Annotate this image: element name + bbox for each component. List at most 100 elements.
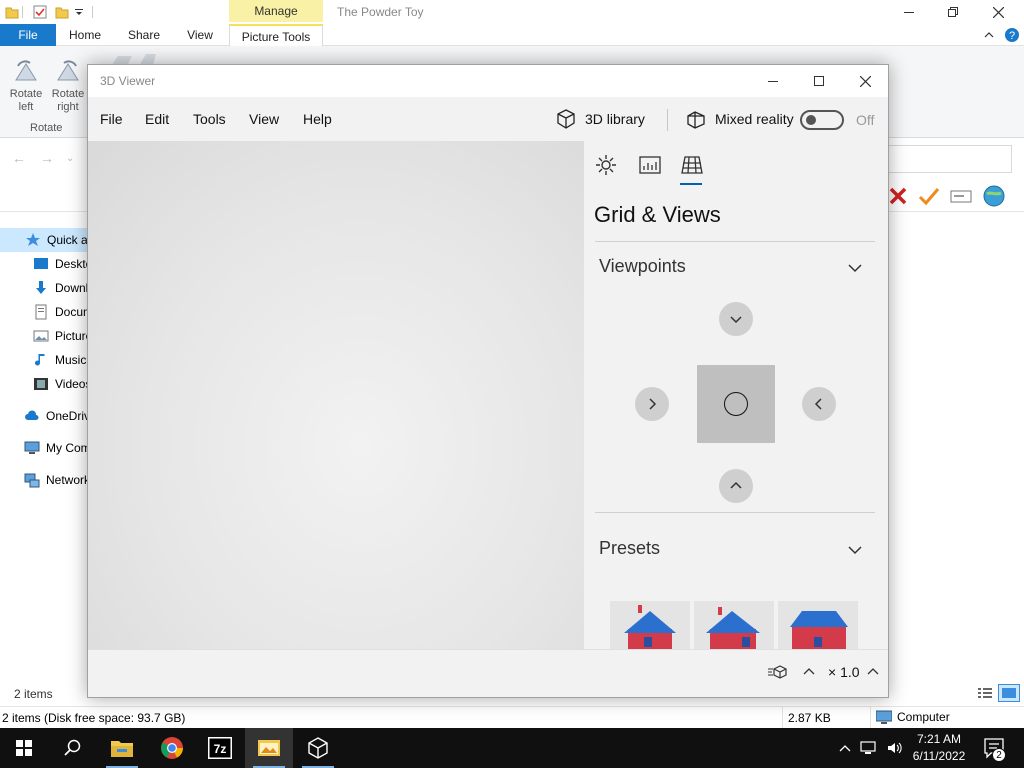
view-left-button[interactable] bbox=[635, 387, 669, 421]
house-icon bbox=[790, 611, 848, 649]
rotate-left-icon bbox=[15, 60, 37, 81]
status-location-label: Computer bbox=[897, 710, 950, 724]
preset-thumbnail-3[interactable] bbox=[778, 601, 858, 649]
search-box[interactable] bbox=[888, 145, 1012, 173]
tab-picture-tools[interactable]: Picture Tools bbox=[229, 24, 323, 46]
view-right-button[interactable] bbox=[802, 387, 836, 421]
chevron-down-icon bbox=[730, 316, 742, 324]
restore-button[interactable] bbox=[930, 0, 976, 24]
chevron-down-icon[interactable] bbox=[846, 259, 864, 277]
collapse-ribbon-icon[interactable] bbox=[982, 28, 996, 42]
maximize-icon bbox=[814, 76, 824, 86]
network-icon[interactable] bbox=[860, 740, 878, 756]
rename-icon[interactable] bbox=[950, 186, 972, 206]
search-icon bbox=[64, 739, 81, 756]
nav-item-onedrive[interactable]: OneDriv bbox=[24, 404, 90, 428]
back-arrow-icon[interactable]: ← bbox=[12, 150, 26, 166]
mixed-reality-button[interactable]: Mixed reality bbox=[685, 108, 794, 130]
help-icon[interactable]: ? bbox=[1004, 27, 1020, 43]
menu-help[interactable]: Help bbox=[303, 111, 332, 127]
folder-icon bbox=[111, 741, 133, 757]
nav-item-desktop[interactable]: Deskto bbox=[33, 252, 92, 276]
chevron-left-icon bbox=[814, 398, 822, 410]
3d-viewer-icon bbox=[308, 737, 328, 759]
rotate-right-button[interactable]: Rotate right bbox=[48, 58, 88, 114]
new-folder-icon[interactable] bbox=[55, 4, 69, 20]
menu-edit[interactable]: Edit bbox=[145, 111, 169, 127]
mixed-reality-toggle[interactable] bbox=[800, 110, 844, 130]
nav-item-videos[interactable]: Videos bbox=[33, 372, 91, 396]
chevron-right-icon bbox=[649, 398, 657, 410]
minimize-icon bbox=[768, 81, 778, 82]
folder-icon[interactable] bbox=[5, 4, 19, 20]
nav-item-my-computer[interactable]: My Com bbox=[24, 436, 91, 460]
preset-thumbnail-1[interactable] bbox=[610, 601, 690, 649]
nav-item-network[interactable]: Network bbox=[24, 468, 90, 492]
menu-tools[interactable]: Tools bbox=[193, 111, 226, 127]
tab-file[interactable]: File bbox=[0, 24, 56, 46]
large-icons-view-icon[interactable] bbox=[998, 684, 1020, 702]
menu-view[interactable]: View bbox=[249, 111, 279, 127]
nav-label: My Com bbox=[46, 441, 91, 455]
svg-text:7z: 7z bbox=[214, 742, 227, 756]
3d-viewport[interactable] bbox=[88, 141, 584, 649]
nav-item-pictures[interactable]: Picture bbox=[33, 324, 92, 348]
checkmark-icon[interactable] bbox=[918, 186, 940, 206]
animation-selector[interactable] bbox=[768, 664, 816, 680]
taskbar-photos[interactable] bbox=[245, 728, 293, 768]
circle-icon bbox=[724, 392, 748, 416]
chevron-up-icon bbox=[730, 481, 742, 489]
viewer-minimize-button[interactable] bbox=[750, 65, 796, 97]
minimize-button[interactable] bbox=[886, 0, 932, 24]
stats-chart-icon[interactable] bbox=[638, 153, 662, 177]
taskbar-3d-viewer[interactable] bbox=[294, 728, 342, 768]
qat-dropdown-icon[interactable] bbox=[74, 4, 84, 20]
status-separator bbox=[782, 707, 783, 729]
presets-section-label[interactable]: Presets bbox=[599, 538, 660, 559]
manage-context-tab[interactable]: Manage bbox=[229, 0, 323, 22]
delete-x-icon[interactable] bbox=[888, 186, 908, 206]
search-button[interactable] bbox=[48, 728, 96, 768]
clock[interactable]: 7:21 AM 6/11/2022 bbox=[908, 731, 970, 765]
preset-thumbnail-2[interactable] bbox=[694, 601, 774, 649]
start-button[interactable] bbox=[0, 728, 48, 768]
details-view-icon[interactable] bbox=[976, 684, 994, 702]
view-front-button[interactable] bbox=[697, 365, 775, 443]
menu-file[interactable]: File bbox=[100, 111, 123, 127]
viewer-close-button[interactable] bbox=[842, 65, 888, 97]
status-location: Computer bbox=[876, 710, 950, 724]
3d-library-button[interactable]: 3D library bbox=[555, 108, 645, 130]
view-top-button[interactable] bbox=[719, 302, 753, 336]
close-button[interactable] bbox=[975, 0, 1021, 24]
globe-icon[interactable] bbox=[982, 184, 1006, 208]
status-separator bbox=[870, 707, 871, 729]
tab-home[interactable]: Home bbox=[62, 24, 108, 46]
nav-item-documents[interactable]: Docum bbox=[33, 300, 93, 324]
tab-view[interactable]: View bbox=[178, 24, 222, 46]
mixed-reality-label: Mixed reality bbox=[715, 111, 794, 127]
show-hidden-icons-icon[interactable] bbox=[838, 741, 852, 755]
nav-item-music[interactable]: Music bbox=[33, 348, 86, 372]
lighting-sun-icon[interactable] bbox=[594, 153, 618, 177]
nav-item-quick-access[interactable]: Quick ac bbox=[0, 228, 94, 252]
ribbon-tabs: File Home Share View Picture Tools ? bbox=[0, 24, 1024, 46]
tab-share[interactable]: Share bbox=[122, 24, 166, 46]
grid-icon[interactable] bbox=[680, 153, 704, 177]
taskbar-file-explorer[interactable] bbox=[98, 728, 146, 768]
taskbar-7zip[interactable]: 7z bbox=[196, 728, 244, 768]
viewer-maximize-button[interactable] bbox=[796, 65, 842, 97]
explorer-titlebar: Manage The Powder Toy bbox=[0, 0, 1024, 24]
chevron-down-icon[interactable] bbox=[846, 541, 864, 559]
rotate-left-button[interactable]: Rotate left bbox=[6, 58, 46, 114]
properties-icon[interactable] bbox=[33, 4, 47, 20]
minimize-icon bbox=[904, 12, 914, 13]
view-bottom-button[interactable] bbox=[719, 469, 753, 503]
nav-item-downloads[interactable]: Downl bbox=[33, 276, 88, 300]
speed-label: × 1.0 bbox=[828, 664, 860, 680]
forward-arrow-icon[interactable]: → bbox=[40, 150, 54, 166]
speed-selector[interactable]: × 1.0 bbox=[828, 664, 880, 680]
recent-dropdown-icon[interactable]: ⌄ bbox=[66, 153, 74, 164]
volume-icon[interactable] bbox=[886, 740, 904, 756]
viewpoints-section-label[interactable]: Viewpoints bbox=[599, 256, 686, 277]
taskbar-chrome[interactable] bbox=[148, 728, 196, 768]
